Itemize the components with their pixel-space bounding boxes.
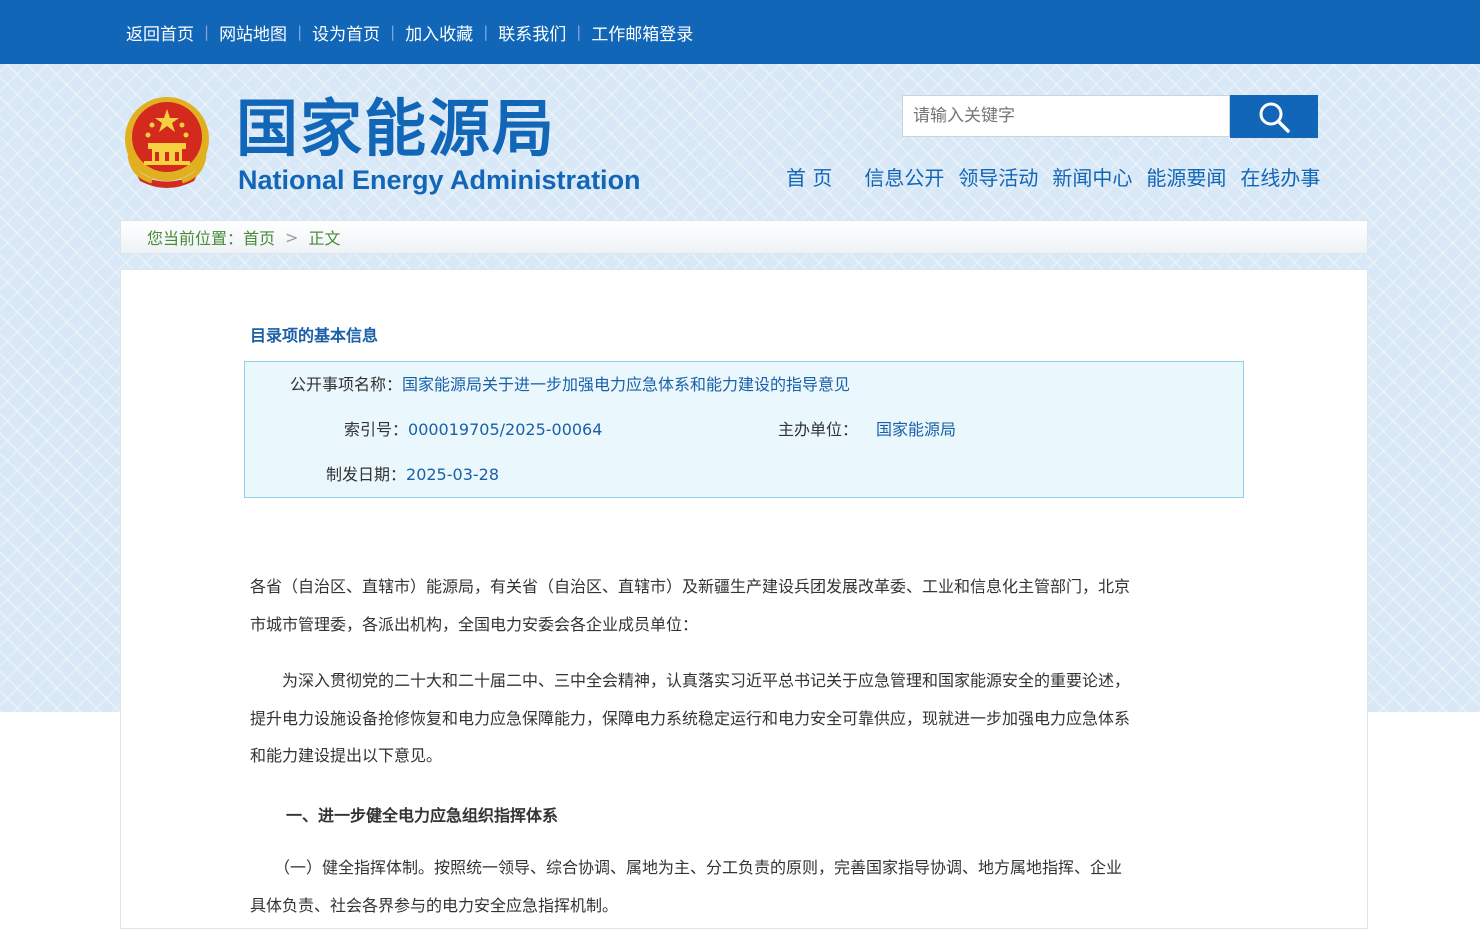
national-emblem-icon bbox=[125, 97, 209, 188]
meta-date-label: 制发日期： bbox=[326, 465, 407, 484]
meta-row-name: 公开事项名称：国家能源局关于进一步加强电力应急体系和能力建设的指导意见 bbox=[290, 375, 850, 395]
breadcrumb-current: 正文 bbox=[308, 229, 341, 248]
meta-row-org: 主办单位： 国家能源局 bbox=[778, 420, 956, 440]
top-links: 返回首页 | 网站地图 | 设为首页 | 加入收藏 | 联系我们 | 工作邮箱登… bbox=[126, 0, 693, 64]
nav-info-disclosure[interactable]: 信息公开 bbox=[864, 162, 944, 191]
breadcrumb-home-link[interactable]: 首页 bbox=[243, 225, 275, 249]
article-text-line: 市城市管理委，各派出机构，全国电力安委会各企业成员单位： bbox=[250, 614, 699, 634]
nav-online-services[interactable]: 在线办事 bbox=[1240, 162, 1320, 191]
article-text-line: 提升电力设施设备抢修恢复和电力应急保障能力，保障电力系统稳定运行和电力安全可靠供… bbox=[250, 708, 1131, 728]
meta-org-value: 国家能源局 bbox=[876, 420, 957, 439]
article-heading-1: 一、进一步健全电力应急组织指挥体系 bbox=[286, 806, 559, 825]
separator: | bbox=[576, 23, 582, 41]
chevron-right-icon: > bbox=[285, 227, 299, 247]
breadcrumb: 您当前位置： 首页 > 正文 bbox=[120, 220, 1368, 254]
nav-energy-news[interactable]: 能源要闻 bbox=[1146, 162, 1226, 191]
search-button[interactable] bbox=[1230, 95, 1318, 138]
article-text-line: 为深入贯彻党的二十大和二十届二中、三中全会精神，认真落实习近平总书记关于应急管理… bbox=[250, 671, 1131, 690]
top-link-set-homepage[interactable]: 设为首页 bbox=[312, 20, 380, 45]
meta-date-value: 2025-03-28 bbox=[406, 465, 499, 484]
meta-row-index: 索引号：000019705/2025-00064 bbox=[344, 420, 602, 440]
separator: | bbox=[297, 23, 303, 41]
separator: | bbox=[390, 23, 396, 41]
logo-english-title: National Energy Administration bbox=[238, 165, 641, 195]
meta-name-value: 国家能源局关于进一步加强电力应急体系和能力建设的指导意见 bbox=[402, 375, 851, 394]
top-link-favorites[interactable]: 加入收藏 bbox=[405, 20, 473, 45]
nav-home[interactable]: 首 页 bbox=[786, 162, 832, 191]
search-icon bbox=[1259, 102, 1290, 133]
article-paragraph-2: 为深入贯彻党的二十大和二十届二中、三中全会精神，认真落实习近平总书记关于应急管理… bbox=[250, 662, 1240, 775]
article-text-line: 各省（自治区、直辖市）能源局，有关省（自治区、直辖市）及新疆生产建设兵团发展改革… bbox=[250, 577, 1131, 596]
meta-row-date: 制发日期：2025-03-28 bbox=[326, 465, 499, 485]
meta-name-label: 公开事项名称： bbox=[290, 375, 403, 394]
breadcrumb-label: 您当前位置： bbox=[147, 229, 244, 248]
top-link-home[interactable]: 返回首页 bbox=[126, 20, 194, 45]
article-paragraph-3: （一）健全指挥体制。按照统一领导、综合协调、属地为主、分工负责的原则，完善国家指… bbox=[250, 849, 1240, 924]
top-link-contact[interactable]: 联系我们 bbox=[498, 20, 566, 45]
main-nav: 首 页 信息公开 领导活动 新闻中心 能源要闻 在线办事 bbox=[786, 162, 1320, 191]
separator: | bbox=[483, 23, 489, 41]
article-text-line: （一）健全指挥体制。按照统一领导、综合协调、属地为主、分工负责的原则，完善国家指… bbox=[250, 858, 1123, 877]
meta-index-label: 索引号： bbox=[344, 420, 409, 439]
logo-chinese-title: 国家能源局 bbox=[236, 92, 557, 165]
top-link-email-login[interactable]: 工作邮箱登录 bbox=[591, 20, 693, 45]
top-bar: 返回首页 | 网站地图 | 设为首页 | 加入收藏 | 联系我们 | 工作邮箱登… bbox=[0, 0, 1480, 64]
nav-news-center[interactable]: 新闻中心 bbox=[1052, 162, 1132, 191]
article-text-line: 具体负责、社会各界参与的电力安全应急指挥机制。 bbox=[250, 895, 619, 915]
top-link-sitemap[interactable]: 网站地图 bbox=[219, 20, 287, 45]
meta-index-value: 000019705/2025-00064 bbox=[408, 420, 603, 439]
meta-section-title: 目录项的基本信息 bbox=[250, 326, 379, 345]
separator: | bbox=[204, 23, 210, 41]
search-input[interactable] bbox=[902, 95, 1230, 137]
meta-org-label: 主办单位： bbox=[778, 420, 859, 439]
article-text-line: 和能力建设提出以下意见。 bbox=[250, 746, 443, 765]
article-paragraph-1: 各省（自治区、直辖市）能源局，有关省（自治区、直辖市）及新疆生产建设兵团发展改革… bbox=[250, 568, 1240, 643]
nav-leadership[interactable]: 领导活动 bbox=[958, 162, 1038, 191]
